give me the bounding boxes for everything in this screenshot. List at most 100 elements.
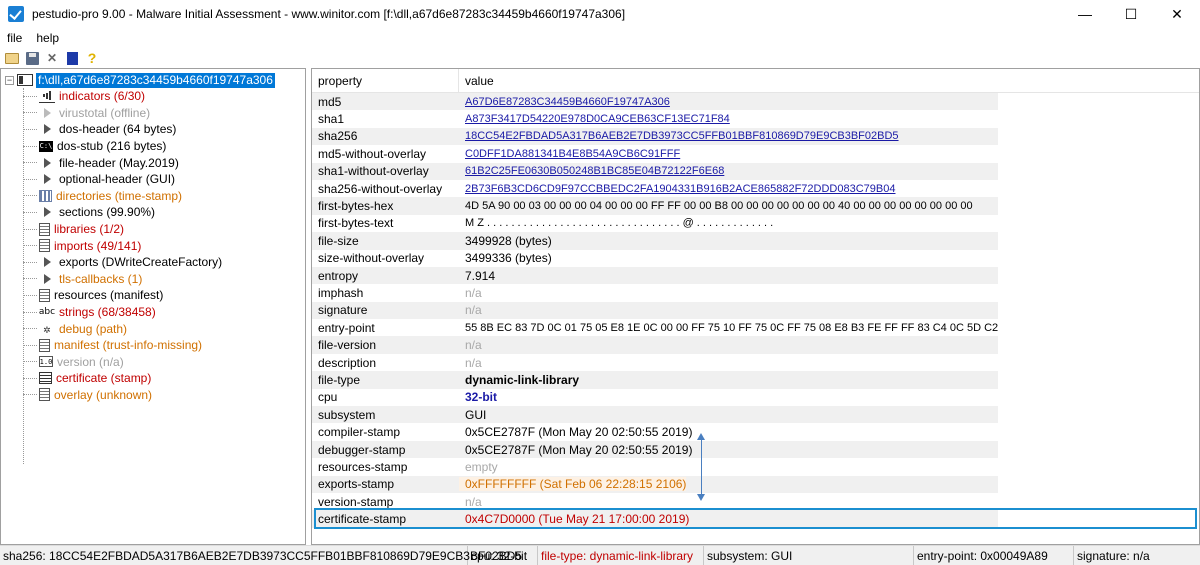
- minimize-button[interactable]: —: [1062, 0, 1108, 28]
- tree-item[interactable]: imports (49/141): [23, 237, 222, 254]
- maximize-button[interactable]: ☐: [1108, 0, 1154, 28]
- property-cell: sha256-without-overlay: [318, 181, 443, 196]
- bars-icon: [39, 89, 55, 104]
- tree-item[interactable]: sections (99.90%): [23, 204, 222, 221]
- tree-item-label: debug (path): [59, 321, 128, 336]
- table-row[interactable]: resources-stamp empty: [312, 458, 998, 475]
- tree-connector: [23, 311, 37, 313]
- tree-item[interactable]: certificate (stamp): [23, 370, 222, 387]
- table-row[interactable]: signature n/a: [312, 301, 999, 320]
- table-row[interactable]: compiler-stamp 0x5CE2787F (Mon May 20 02:…: [312, 423, 998, 440]
- tree-item[interactable]: exports (DWriteCreateFactory): [23, 254, 222, 271]
- hash-link[interactable]: A873F3417D54220E978D0CA9CEB63CF13EC71F84: [459, 113, 730, 125]
- save-icon[interactable]: [24, 50, 40, 66]
- tree-item[interactable]: dos-header (64 bytes): [23, 121, 222, 138]
- tree-root-label[interactable]: f:\dll,a67d6e87283c34459b4660f19747a306: [36, 72, 275, 88]
- tree-item[interactable]: ✲ debug (path): [23, 320, 222, 337]
- tree-item-label: optional-header (GUI): [59, 172, 176, 187]
- property-cell: md5: [318, 94, 342, 109]
- tree-panel: − f:\dll,a67d6e87283c34459b4660f19747a30…: [0, 68, 306, 545]
- property-cell: entropy: [318, 268, 359, 283]
- table-row[interactable]: size-without-overlay 3499336 (bytes): [312, 250, 998, 267]
- value-cell: 7.914: [465, 268, 496, 283]
- open-folder-icon[interactable]: [4, 50, 20, 66]
- close-button[interactable]: ✕: [1154, 0, 1200, 28]
- table-row[interactable]: debugger-stamp 0x5CE2787F (Mon May 20 02:…: [312, 440, 999, 459]
- tree-item[interactable]: resources (manifest): [23, 287, 222, 304]
- value-cell: n/a: [465, 285, 482, 300]
- tree-item-label: manifest (trust-info-missing): [54, 338, 203, 353]
- table-row[interactable]: imphash n/a: [312, 284, 998, 301]
- tree-connector: [23, 261, 37, 263]
- tree-item[interactable]: directories (time-stamp): [23, 188, 222, 205]
- column-header-value[interactable]: value: [459, 74, 494, 88]
- tree-item[interactable]: 1.0 version (n/a): [23, 354, 222, 371]
- table-row[interactable]: cpu 32-bit: [312, 389, 998, 406]
- column-header-property[interactable]: property: [312, 69, 459, 93]
- tree-connector: [23, 195, 37, 197]
- hash-link[interactable]: 18CC54E2FBDAD5A317B6AEB2E7DB3973CC5FFB01…: [459, 130, 899, 142]
- tree-item-label: certificate (stamp): [56, 371, 152, 386]
- table-row[interactable]: subsystem GUI: [312, 406, 999, 424]
- table-row[interactable]: first-bytes-text M Z . . . . . . . . . . …: [312, 215, 998, 232]
- table-row[interactable]: exports-stamp 0xFFFFFFFF (Sat Feb 06 22:2…: [312, 475, 999, 493]
- property-cell: cpu: [318, 390, 338, 405]
- tree-item[interactable]: manifest (trust-info-missing): [23, 337, 222, 354]
- table-row[interactable]: file-version n/a: [312, 336, 999, 354]
- tree-item[interactable]: abc strings (68/38458): [23, 304, 222, 321]
- tree-item[interactable]: indicators (6/30): [23, 88, 222, 105]
- tree-item[interactable]: optional-header (GUI): [23, 171, 222, 188]
- value-cell: 3499928 (bytes): [465, 233, 552, 248]
- table-row[interactable]: first-bytes-hex 4D 5A 90 00 03 00 00 00 0…: [312, 197, 999, 215]
- property-cell: exports-stamp: [318, 477, 395, 492]
- table-row[interactable]: sha256-without-overlay 2B73F6B3CD6CD9F97C…: [312, 180, 998, 197]
- menu-file[interactable]: file: [0, 31, 29, 45]
- window-title: pestudio-pro 9.00 - Malware Initial Asse…: [32, 7, 626, 21]
- doc-icon: [39, 222, 50, 236]
- property-cell: size-without-overlay: [318, 251, 425, 266]
- tree-connector: [23, 394, 37, 396]
- tree-root[interactable]: − f:\dll,a67d6e87283c34459b4660f19747a30…: [5, 72, 275, 88]
- value-cell: n/a: [465, 303, 482, 318]
- table-row[interactable]: md5-without-overlay C0DFF1DA881341B4E8B54…: [312, 145, 998, 162]
- property-cell: sha1: [318, 112, 345, 127]
- tree-item[interactable]: C:\ dos-stub (216 bytes): [23, 138, 222, 155]
- value-cell: n/a: [465, 494, 482, 509]
- tree-item-label: strings (68/38458): [59, 305, 156, 320]
- hash-link[interactable]: C0DFF1DA881341B4E8B54A9CB6C91FFF: [459, 148, 680, 160]
- list-icon[interactable]: [64, 50, 80, 66]
- table-row[interactable]: description n/a: [312, 354, 998, 371]
- table-row[interactable]: file-type dynamic-link-library: [312, 371, 999, 389]
- grid-icon: [39, 189, 52, 202]
- tree-item[interactable]: file-header (May.2019): [23, 154, 222, 171]
- tree-item[interactable]: overlay (unknown): [23, 387, 222, 404]
- table-row[interactable]: file-size 3499928 (bytes): [312, 232, 999, 250]
- status-bar: sha256: 18CC54E2FBDAD5A317B6AEB2E7DB3973…: [0, 545, 1200, 565]
- tree-item[interactable]: virustotal (offline): [23, 105, 222, 122]
- tree-item[interactable]: tls-callbacks (1): [23, 271, 222, 288]
- tree-connector: [23, 377, 37, 379]
- menu-help[interactable]: help: [29, 31, 66, 45]
- status-filetype: file-type: dynamic-link-library: [538, 545, 704, 565]
- table-row[interactable]: sha256 18CC54E2FBDAD5A317B6AEB2E7DB3973CC…: [312, 127, 999, 146]
- property-cell: sha256: [318, 129, 358, 144]
- table-row[interactable]: sha1-without-overlay 61B2C25FE0630B050248…: [312, 162, 999, 180]
- property-cell: first-bytes-text: [318, 216, 394, 231]
- table-row[interactable]: entry-point 55 8B EC 83 7D 0C 01 75 05 E8…: [312, 319, 998, 336]
- table-row[interactable]: md5 A67D6E87283C34459B4660F19747A306: [312, 93, 999, 111]
- hash-link[interactable]: A67D6E87283C34459B4660F19747A306: [459, 96, 670, 108]
- version-icon: 1.0: [39, 356, 53, 368]
- tree-connector: [23, 112, 37, 114]
- table-row[interactable]: entropy 7.914: [312, 266, 999, 285]
- tree-item-label: resources (manifest): [54, 288, 164, 303]
- tree-item[interactable]: libraries (1/2): [23, 221, 222, 238]
- tree-items: indicators (6/30) virustotal (offline) dos…: [23, 88, 222, 403]
- hash-link[interactable]: 61B2C25FE0630B050248B1BC85E04B72122F6E68: [459, 165, 724, 177]
- hash-link[interactable]: 2B73F6B3CD6CD9F97CCBBEDC2FA1904331B916B2…: [459, 183, 895, 195]
- tree-item-label: directories (time-stamp): [56, 188, 183, 203]
- collapse-icon[interactable]: −: [5, 75, 14, 85]
- close-file-icon[interactable]: ✕: [44, 50, 60, 66]
- table-row[interactable]: sha1 A873F3417D54220E978D0CA9CEB63CF13EC7…: [312, 110, 998, 127]
- doc-icon: [39, 239, 50, 253]
- help-icon[interactable]: ?: [84, 50, 100, 66]
